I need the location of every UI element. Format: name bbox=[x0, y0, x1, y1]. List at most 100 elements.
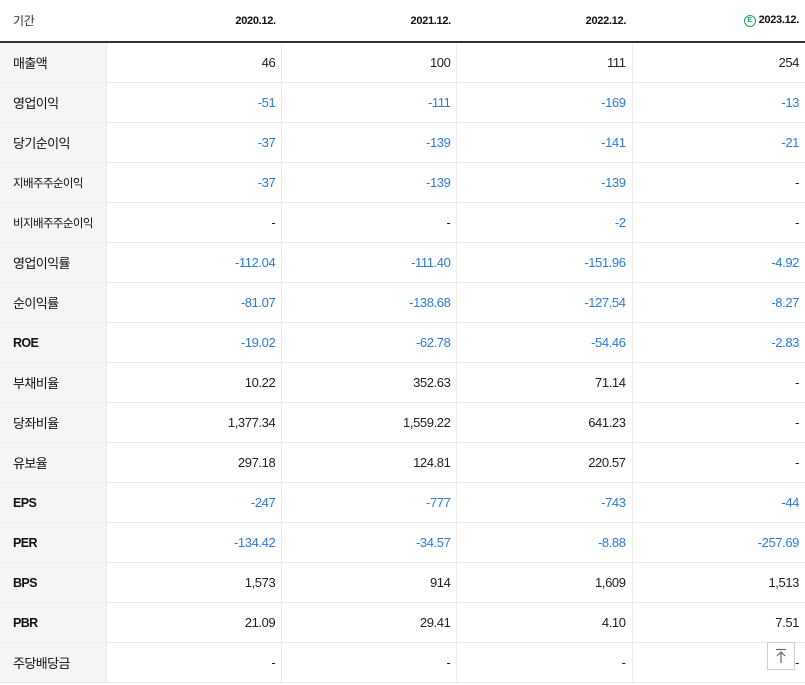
period-2020: 2020.12. bbox=[106, 0, 282, 43]
table-cell: -169 bbox=[456, 82, 633, 123]
row-label: 비지배주주순이익 bbox=[0, 202, 107, 243]
table-body: 매출액 46 100 111 254 영업이익 -51 -111 -169 -13 당기순이익 -37… bbox=[0, 42, 805, 683]
table-cell: - bbox=[631, 442, 805, 483]
table-cell: -37 bbox=[106, 122, 282, 163]
table-cell: 29.41 bbox=[281, 602, 457, 643]
table-row: 당기순이익 -37 -139 -141 -21 bbox=[0, 122, 805, 163]
table-cell: -37 bbox=[106, 162, 282, 203]
table-cell: -127.54 bbox=[456, 282, 633, 323]
table-cell: 4.10 bbox=[456, 602, 633, 643]
table-row: PER -134.42 -34.57 -8.88 -257.69 bbox=[0, 522, 805, 563]
row-label: 당좌비율 bbox=[0, 402, 107, 443]
table-cell: 352.63 bbox=[281, 362, 457, 403]
row-label: 순이익률 bbox=[0, 282, 107, 323]
table-cell: -8.88 bbox=[456, 522, 633, 563]
table-cell: 7.51 bbox=[631, 602, 805, 643]
table-cell: 21.09 bbox=[106, 602, 282, 643]
table-cell: - bbox=[631, 402, 805, 443]
table-cell: -81.07 bbox=[106, 282, 282, 323]
table-cell: -21 bbox=[631, 122, 805, 163]
table-cell: -257.69 bbox=[631, 522, 805, 563]
table-row: 당좌비율 1,377.34 1,559.22 641.23- bbox=[0, 402, 805, 443]
table-cell: -54.46 bbox=[456, 322, 633, 363]
table-cell: -141 bbox=[456, 122, 633, 163]
table-row: 매출액 46 100 111 254 bbox=[0, 42, 805, 83]
table-cell: -51 bbox=[106, 82, 282, 123]
table-cell: -138.68 bbox=[281, 282, 457, 323]
table-row: ROE -19.02 -62.78 -54.46 -2.83 bbox=[0, 322, 805, 363]
table-cell: -62.78 bbox=[281, 322, 457, 363]
table-cell: 1,573 bbox=[106, 562, 282, 603]
table-cell: - bbox=[106, 202, 282, 243]
row-label: 지배주주순이익 bbox=[0, 162, 107, 203]
row-label: 유보율 bbox=[0, 442, 107, 483]
table-row: 비지배주주순이익 - - -2- bbox=[0, 202, 805, 243]
table-row: 지배주주순이익 -37 -139 -139- bbox=[0, 162, 805, 203]
table-cell: -4.92 bbox=[631, 242, 805, 283]
table-cell: 71.14 bbox=[456, 362, 633, 403]
table-cell: - bbox=[281, 202, 457, 243]
table-cell: -13 bbox=[631, 82, 805, 123]
table-cell: 1,559.22 bbox=[281, 402, 457, 443]
table-cell: 1,609 bbox=[456, 562, 633, 603]
row-label: BPS bbox=[0, 562, 107, 603]
table-cell: 46 bbox=[106, 42, 282, 83]
row-label: EPS bbox=[0, 482, 107, 523]
arrow-up-icon bbox=[776, 648, 786, 663]
table-cell: -139 bbox=[456, 162, 633, 203]
table-cell: -111.40 bbox=[281, 242, 457, 283]
table-cell: -139 bbox=[281, 162, 457, 203]
period-2023-label: 2023.12. bbox=[758, 14, 800, 26]
table-row: 부채비율 10.22 352.63 71.14- bbox=[0, 362, 805, 403]
row-label: PER bbox=[0, 522, 107, 563]
financial-table: 기간 2020.12. 2021.12. 2022.12. E 2023.12. … bbox=[0, 0, 805, 683]
table-cell: -247 bbox=[106, 482, 282, 523]
period-2022: 2022.12. bbox=[456, 0, 633, 43]
table-cell: - bbox=[631, 202, 805, 243]
table-row: 영업이익률 -112.04 -111.40 -151.96 -4.92 bbox=[0, 242, 805, 283]
row-label: 영업이익률 bbox=[0, 242, 107, 283]
header-row: 기간 2020.12. 2021.12. 2022.12. E 2023.12. bbox=[0, 0, 805, 43]
table-cell: 641.23 bbox=[456, 402, 633, 443]
table-cell: -8.27 bbox=[631, 282, 805, 323]
row-label: 당기순이익 bbox=[0, 122, 107, 163]
table-cell: -111 bbox=[281, 82, 457, 123]
table-cell: 297.18 bbox=[106, 442, 282, 483]
table-cell: - bbox=[456, 642, 633, 683]
table-cell: 914 bbox=[281, 562, 457, 603]
table-cell: -151.96 bbox=[456, 242, 633, 283]
row-label: 부채비율 bbox=[0, 362, 107, 403]
table-cell: -44 bbox=[631, 482, 805, 523]
row-label: 주당배당금 bbox=[0, 642, 107, 683]
table-cell: 254 bbox=[631, 42, 805, 83]
period-label: 기간 bbox=[0, 0, 107, 43]
table-cell: 124.81 bbox=[281, 442, 457, 483]
table-cell: - bbox=[281, 642, 457, 683]
table-row: PBR 21.09 29.41 4.10 7.51 bbox=[0, 602, 805, 643]
row-label: 영업이익 bbox=[0, 82, 107, 123]
table-cell: -2.83 bbox=[631, 322, 805, 363]
table-cell: -777 bbox=[281, 482, 457, 523]
table-cell: 1,377.34 bbox=[106, 402, 282, 443]
table-cell: -34.57 bbox=[281, 522, 457, 563]
table-cell: -112.04 bbox=[106, 242, 282, 283]
table-cell: -2 bbox=[456, 202, 633, 243]
table-row: EPS -247 -777 -743 -44 bbox=[0, 482, 805, 523]
table-cell: 100 bbox=[281, 42, 457, 83]
table-cell: - bbox=[631, 162, 805, 203]
table-row: 순이익률 -81.07 -138.68 -127.54 -8.27 bbox=[0, 282, 805, 323]
row-label: PBR bbox=[0, 602, 107, 643]
table-cell: - bbox=[106, 642, 282, 683]
table-cell: -743 bbox=[456, 482, 633, 523]
table-cell: -134.42 bbox=[106, 522, 282, 563]
table-cell: -139 bbox=[281, 122, 457, 163]
period-2021: 2021.12. bbox=[281, 0, 457, 43]
table-row: 주당배당금 - - - - bbox=[0, 642, 805, 683]
table-cell: 1,513 bbox=[631, 562, 805, 603]
scroll-top-button[interactable] bbox=[767, 642, 795, 670]
table-cell: 111 bbox=[456, 42, 633, 83]
period-2023-estimate: E 2023.12. bbox=[632, 0, 805, 43]
estimate-badge-icon: E bbox=[743, 15, 756, 27]
table-cell: 220.57 bbox=[456, 442, 633, 483]
row-label: 매출액 bbox=[0, 42, 107, 83]
